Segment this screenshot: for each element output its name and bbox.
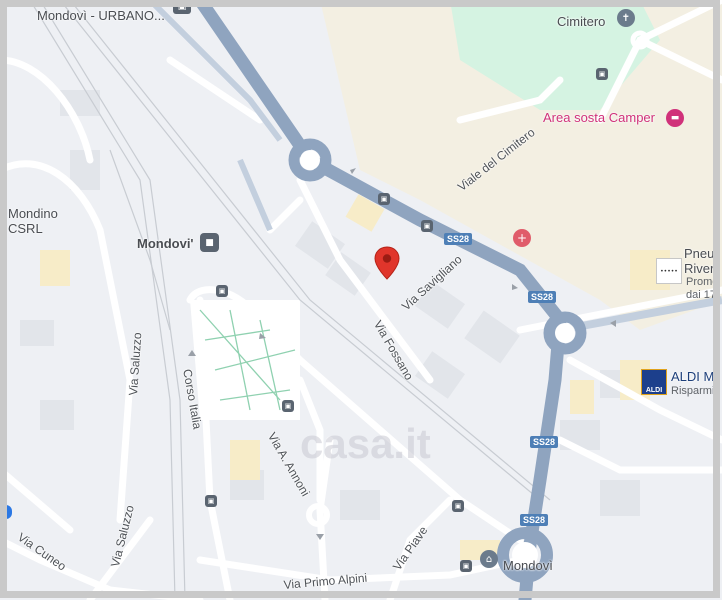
place-label-risparmi[interactable]: Risparmi (671, 385, 714, 397)
place-label-aldi[interactable]: ALDI M (671, 369, 714, 384)
place-label-mondovi-urbano[interactable]: Mondovì - URBANO... (37, 8, 165, 23)
place-label-dai-17[interactable]: dai 17 (686, 289, 716, 301)
aldi-logo-icon[interactable]: ALDI (641, 369, 667, 395)
bus-stop-icon[interactable]: ▣ (460, 560, 472, 572)
bus-stop-icon[interactable]: ▣ (282, 400, 294, 412)
museum-icon[interactable]: ⌂ (480, 550, 498, 568)
location-pin-icon[interactable] (374, 246, 400, 280)
bus-stop-icon[interactable]: ▣ (596, 68, 608, 80)
bus-stop-icon[interactable]: ▣ (452, 500, 464, 512)
cemetery-icon[interactable]: ✝ (617, 9, 635, 27)
road-shield-ss28: SS28 (444, 233, 473, 245)
place-label-pneu[interactable]: Pneu (684, 246, 714, 261)
road-shield-ss28: SS28 (530, 436, 559, 448)
place-label-river[interactable]: River (684, 261, 714, 276)
place-label-mondino[interactable]: Mondino (8, 206, 58, 221)
bus-stop-icon[interactable]: ▣ (205, 495, 217, 507)
place-label-mondino-csrl[interactable]: CSRL (8, 221, 43, 236)
road-shield-ss28: SS28 (520, 514, 549, 526)
road-shield-ss28: SS28 (528, 291, 557, 303)
place-label-cimitero[interactable]: Cimitero (557, 14, 605, 29)
place-label-mondovi-station[interactable]: Mondovi' (137, 236, 194, 251)
map-base (0, 0, 722, 600)
bus-stop-icon[interactable]: ▣ (378, 193, 390, 205)
bus-stop-icon[interactable]: ▣ (173, 0, 191, 14)
watermark-text: casa.it (300, 420, 431, 467)
place-label-mondovi-bottom[interactable]: Mondovì (503, 558, 553, 573)
place-label-promo[interactable]: Promo (686, 276, 718, 288)
location-edge-icon[interactable] (0, 505, 12, 519)
bus-stop-icon[interactable]: ▣ (421, 220, 433, 232)
camper-icon[interactable]: ▬ (666, 109, 684, 127)
hospital-icon[interactable]: + (513, 229, 531, 247)
place-label-area-sosta-camper[interactable]: Area sosta Camper (543, 110, 655, 125)
bus-stop-icon[interactable]: ▣ (216, 285, 228, 297)
train-station-icon[interactable]: ■ (200, 233, 219, 252)
tire-shop-logo-icon[interactable]: ••••• (656, 258, 682, 284)
map-canvas[interactable]: casa.it Mondovì - URBANO... Cimitero Are… (0, 0, 722, 600)
